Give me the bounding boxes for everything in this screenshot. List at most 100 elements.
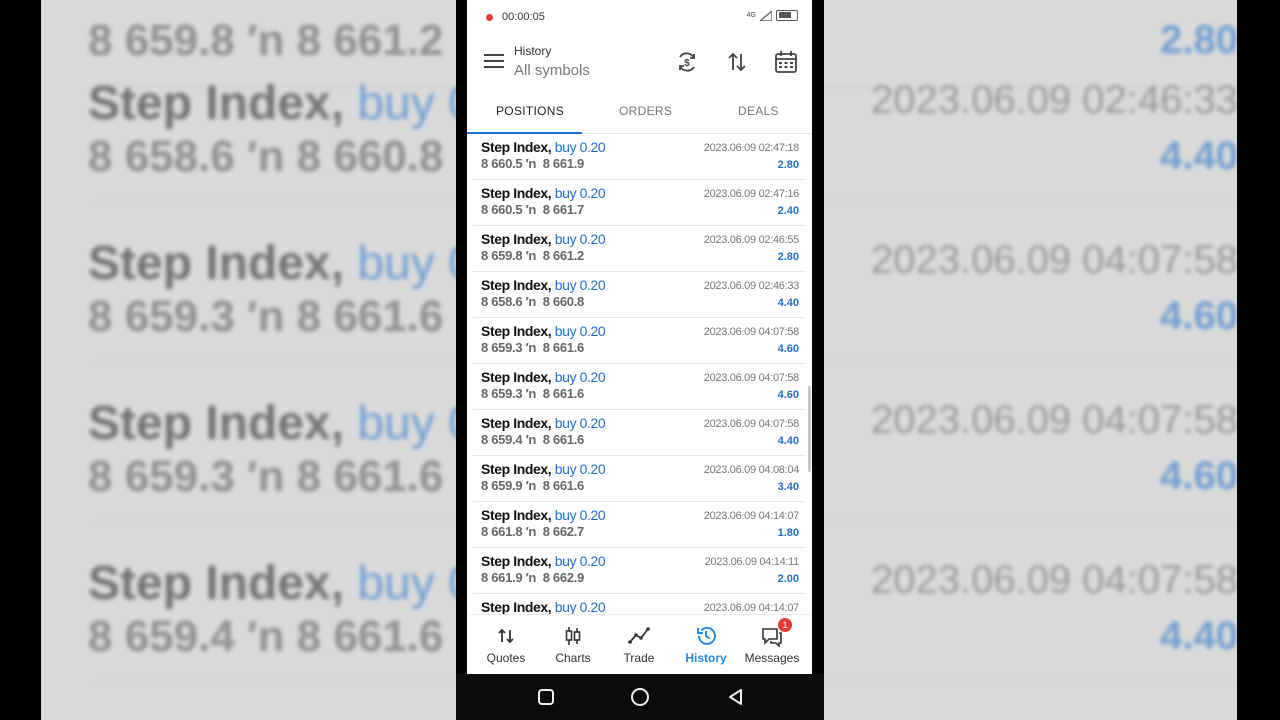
network-label: 4G (746, 12, 756, 19)
close-price: 8 661.6 (542, 478, 585, 493)
nav-messages-label: Messages (744, 651, 800, 665)
position-side: buy 0.20 (554, 369, 606, 385)
status-time: 00:00:05 (502, 11, 545, 23)
position-profit: 4.60 (777, 389, 799, 401)
position-time: 2023.06.09 04:14:11 (704, 556, 800, 568)
background-profit: 4.60 (1160, 294, 1237, 338)
price-arrow: ′n (525, 524, 537, 539)
position-symbol: Step Index, buy 0.20 (481, 139, 606, 155)
tab-deals[interactable]: DEALS (738, 104, 779, 118)
nav-charts[interactable]: Charts (540, 625, 606, 665)
position-side: buy 0.20 (554, 231, 606, 247)
symbol-filter[interactable]: All symbols (514, 62, 590, 79)
nav-quotes[interactable]: Quotes (473, 625, 539, 665)
signal-icon (760, 10, 772, 21)
background-symbol: Step Index, buy 0.2 (88, 77, 515, 130)
home-icon[interactable] (630, 688, 650, 708)
position-time: 2023.06.09 04:07:58 (703, 418, 800, 430)
back-icon[interactable] (727, 688, 745, 706)
positions-list[interactable]: Step Index, buy 0.20 8 660.5 ′n 8 661.9 20… (467, 134, 812, 614)
scrollbar[interactable] (808, 386, 811, 472)
svg-text:$: $ (684, 58, 690, 69)
trade-icon (628, 627, 650, 644)
background-symbol: Step Index, buy 0.2 (88, 237, 515, 290)
history-icon (697, 626, 716, 645)
background-profit: 4.40 (1160, 134, 1237, 178)
background-time: 2023.06.09 02:46:33 (870, 78, 1237, 122)
position-profit: 2.80 (777, 159, 799, 171)
nav-history[interactable]: History (673, 625, 739, 665)
position-time: 2023.06.09 04:07:58 (703, 372, 800, 384)
background-prices: 8 659.3 ′n 8 661.6 (88, 292, 444, 341)
position-prices: 8 659.3 ′n 8 661.6 (481, 340, 584, 355)
nav-charts-label: Charts (555, 651, 591, 665)
open-price: 8 659.4 (481, 432, 523, 447)
nav-quotes-label: Quotes (486, 651, 526, 665)
position-symbol: Step Index, buy 0.20 (481, 415, 606, 431)
page-title: History (514, 44, 552, 58)
position-row[interactable]: Step Index, buy 0.20 8 659.9 ′n 8 661.6 20… (473, 456, 806, 502)
position-row[interactable]: Step Index, buy 0.20 8 659.3 ′n 8 661.6 20… (473, 318, 806, 364)
calendar-icon[interactable] (774, 50, 798, 74)
position-row[interactable]: Step Index, buy 0.20 8 659.3 ′n 8 661.6 20… (473, 364, 806, 410)
position-profit: 1.80 (777, 527, 799, 539)
position-row[interactable]: Step Index, buy 0.20 8 659.8 ′n 8 661.2 20… (473, 226, 806, 272)
position-row[interactable]: Step Index, buy 0.20 8 661.9 ′n 8 662.9 20… (473, 548, 806, 594)
position-profit: 4.40 (777, 297, 799, 309)
price-arrow: ′n (525, 156, 537, 171)
sort-icon[interactable] (725, 50, 749, 74)
app-screen: 00:00:05 4G History All symbols $ POSITI… (467, 0, 812, 674)
position-prices: 8 660.5 ′n 8 661.7 (481, 202, 584, 217)
open-price: 8 659.3 (481, 386, 523, 401)
price-arrow: ′n (525, 386, 537, 401)
close-price: 8 662.9 (542, 570, 585, 585)
bottom-navigation: Quotes Charts Trade History 1 Messages (467, 614, 812, 674)
position-side: buy 0.20 (554, 461, 606, 477)
background-symbol: Step Index, buy 0.2 (88, 397, 515, 450)
position-row[interactable]: Step Index, buy 0.20 8 660.5 ′n 8 661.9 20… (473, 134, 806, 180)
position-time: 2023.06.09 02:46:33 (703, 280, 800, 292)
background-symbol: Step Index, buy 0.2 (88, 557, 515, 610)
tab-positions[interactable]: POSITIONS (496, 104, 564, 118)
price-arrow: ′n (525, 570, 537, 585)
position-row[interactable]: Step Index, buy 0.20 8 661.8 ′n 8 662.7 20… (473, 502, 806, 548)
position-symbol: Step Index, buy 0.20 (481, 231, 606, 247)
background-time: 2023.06.09 04:07:58 (870, 398, 1237, 442)
price-arrow: ′n (525, 294, 537, 309)
position-prices: 8 659.9 ′n 8 661.6 (481, 478, 584, 493)
position-time: 2023.06.09 02:47:16 (703, 188, 800, 200)
tab-bar: POSITIONS ORDERS DEALS (467, 88, 812, 134)
position-row[interactable]: Step Index, buy 0.20 8 659.4 ′n 8 661.6 20… (473, 410, 806, 456)
background-profit: 4.60 (1160, 454, 1237, 498)
position-row[interactable]: Step Index, buy 0.20 2023.06.09 04:14:07 (473, 594, 806, 614)
position-symbol: Step Index, buy 0.20 (481, 323, 606, 339)
menu-icon[interactable] (484, 54, 504, 70)
open-price: 8 658.6 (481, 294, 523, 309)
position-prices: 8 660.5 ′n 8 661.9 (481, 156, 584, 171)
position-side: buy 0.20 (554, 599, 606, 614)
close-price: 8 661.9 (542, 156, 585, 171)
recents-icon[interactable] (537, 688, 555, 706)
nav-messages[interactable]: 1 Messages (739, 618, 805, 665)
background-prices: 8 658.6 ′n 8 660.8 (88, 132, 444, 181)
recording-dot-icon (486, 14, 493, 21)
background-prices: 8 659.3 ′n 8 661.6 (88, 452, 444, 501)
position-prices: 8 659.3 ′n 8 661.6 (481, 386, 584, 401)
position-side: buy 0.20 (554, 323, 606, 339)
charts-icon (565, 627, 581, 645)
background-time: 2023.06.09 04:07:58 (870, 558, 1237, 602)
position-symbol: Step Index, buy 0.20 (481, 277, 606, 293)
position-row[interactable]: Step Index, buy 0.20 8 660.5 ′n 8 661.7 20… (473, 180, 806, 226)
position-symbol: Step Index, buy 0.20 (481, 369, 606, 385)
position-side: buy 0.20 (554, 277, 606, 293)
background-prices: 8 659.8 ′n 8 661.2 (88, 16, 444, 65)
close-price: 8 661.2 (542, 248, 585, 263)
currency-exchange-icon[interactable]: $ (675, 50, 699, 74)
tab-orders[interactable]: ORDERS (619, 104, 672, 118)
open-price: 8 660.5 (481, 156, 523, 171)
position-time: 2023.06.09 04:08:04 (703, 464, 800, 476)
position-row[interactable]: Step Index, buy 0.20 8 658.6 ′n 8 660.8 20… (473, 272, 806, 318)
open-price: 8 659.3 (481, 340, 523, 355)
position-profit: 2.00 (777, 573, 799, 585)
nav-trade[interactable]: Trade (606, 625, 672, 665)
